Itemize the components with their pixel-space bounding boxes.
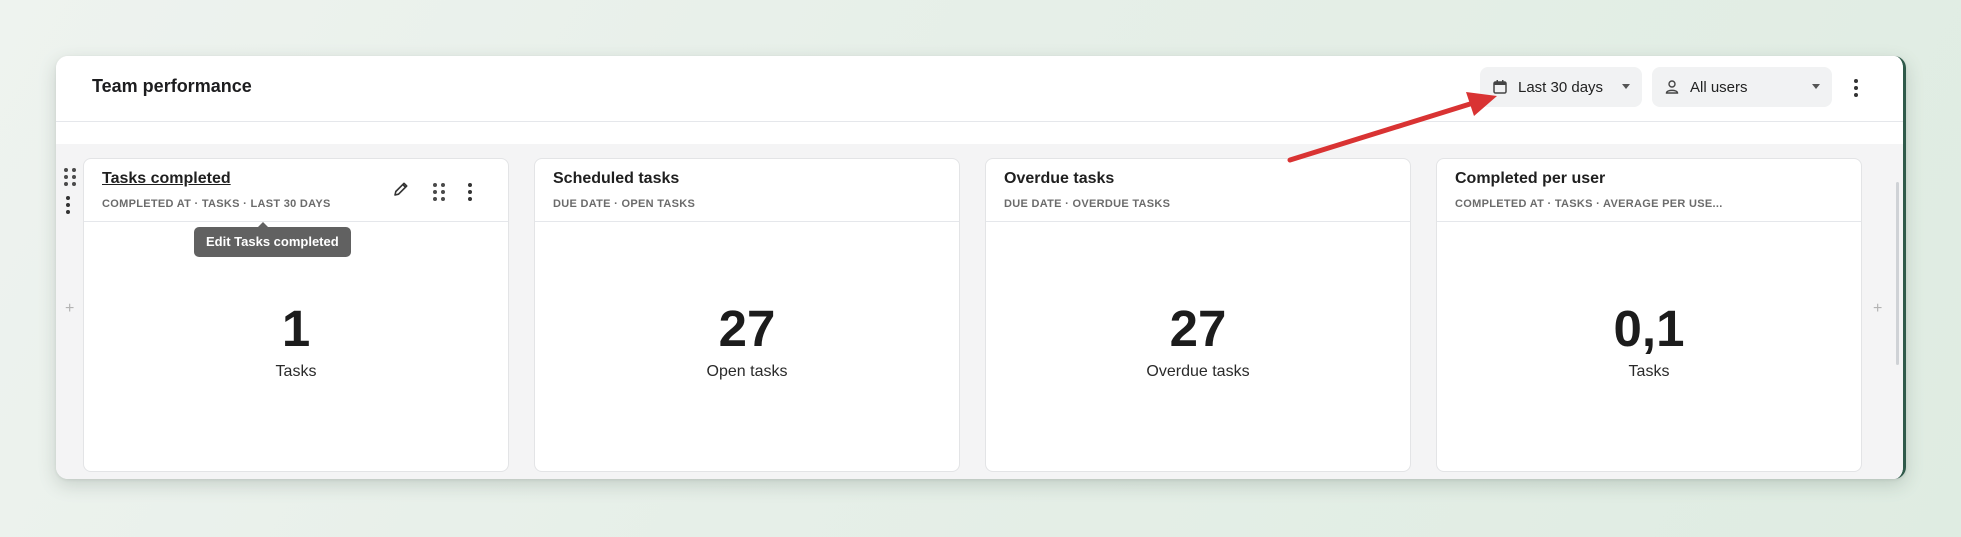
widget-card-completed-per-user[interactable]: Completed per user COMPLETED AT · TASKS … [1436, 158, 1862, 472]
card-subtitle: DUE DATE · OVERDUE TASKS [1004, 198, 1171, 210]
edit-tooltip: Edit Tasks completed [194, 222, 351, 257]
user-filter-label: All users [1690, 78, 1748, 96]
header-spacer [56, 122, 1903, 144]
widget-card-scheduled-tasks[interactable]: Scheduled tasks DUE DATE · OPEN TASKS 27… [534, 158, 960, 472]
card-header: Completed per user COMPLETED AT · TASKS … [1437, 159, 1861, 222]
calendar-icon [1493, 80, 1507, 94]
pencil-icon[interactable] [392, 180, 410, 198]
card-subtitle: DUE DATE · OPEN TASKS [553, 198, 696, 210]
card-value: 1 [281, 300, 311, 357]
vertical-scrollbar[interactable] [1896, 182, 1899, 365]
add-left-plus-icon[interactable]: + [65, 300, 74, 318]
card-label: Open tasks [706, 363, 788, 380]
card-value: 0,1 [1613, 300, 1685, 357]
date-range-filter[interactable]: Last 30 days [1480, 67, 1642, 107]
card-value: 27 [718, 300, 776, 357]
user-filter[interactable]: All users [1652, 67, 1832, 107]
card-more-button[interactable] [468, 183, 472, 201]
card-subtitle: COMPLETED AT · TASKS · LAST 30 DAYS [102, 198, 331, 210]
dashboard-more-button[interactable] [1854, 79, 1858, 97]
date-range-label: Last 30 days [1518, 78, 1604, 96]
dashboard-header: Team performance Last 30 days All users [56, 56, 1903, 122]
card-value: 27 [1169, 300, 1227, 357]
card-title[interactable]: Completed per user [1455, 170, 1605, 188]
card-title[interactable]: Tasks completed [102, 170, 231, 188]
drag-handle-icon[interactable] [433, 183, 445, 201]
card-label: Tasks [275, 363, 317, 380]
page-title: Team performance [92, 76, 252, 96]
dashboard-panel: Team performance Last 30 days All users [56, 56, 1906, 479]
card-title[interactable]: Scheduled tasks [553, 170, 679, 188]
card-label: Tasks [1628, 363, 1670, 380]
user-icon [1665, 80, 1679, 94]
chevron-down-icon [1812, 84, 1820, 89]
card-header: Overdue tasks DUE DATE · OVERDUE TASKS [986, 159, 1410, 222]
card-subtitle: COMPLETED AT · TASKS · AVERAGE PER USE..… [1455, 198, 1723, 210]
card-label: Overdue tasks [1146, 363, 1250, 380]
card-header: Scheduled tasks DUE DATE · OPEN TASKS [535, 159, 959, 222]
card-title[interactable]: Overdue tasks [1004, 170, 1114, 188]
row-more-button[interactable] [66, 196, 70, 214]
widgets-grid: + Tasks completed COMPLETED AT · TASKS ·… [56, 144, 1903, 479]
card-header: Tasks completed COMPLETED AT · TASKS · L… [84, 159, 508, 222]
widget-card-tasks-completed[interactable]: Tasks completed COMPLETED AT · TASKS · L… [83, 158, 509, 472]
add-right-plus-icon[interactable]: + [1873, 300, 1882, 318]
widget-card-overdue-tasks[interactable]: Overdue tasks DUE DATE · OVERDUE TASKS 2… [985, 158, 1411, 472]
row-drag-handle-icon[interactable] [64, 168, 76, 186]
chevron-down-icon [1622, 84, 1630, 89]
